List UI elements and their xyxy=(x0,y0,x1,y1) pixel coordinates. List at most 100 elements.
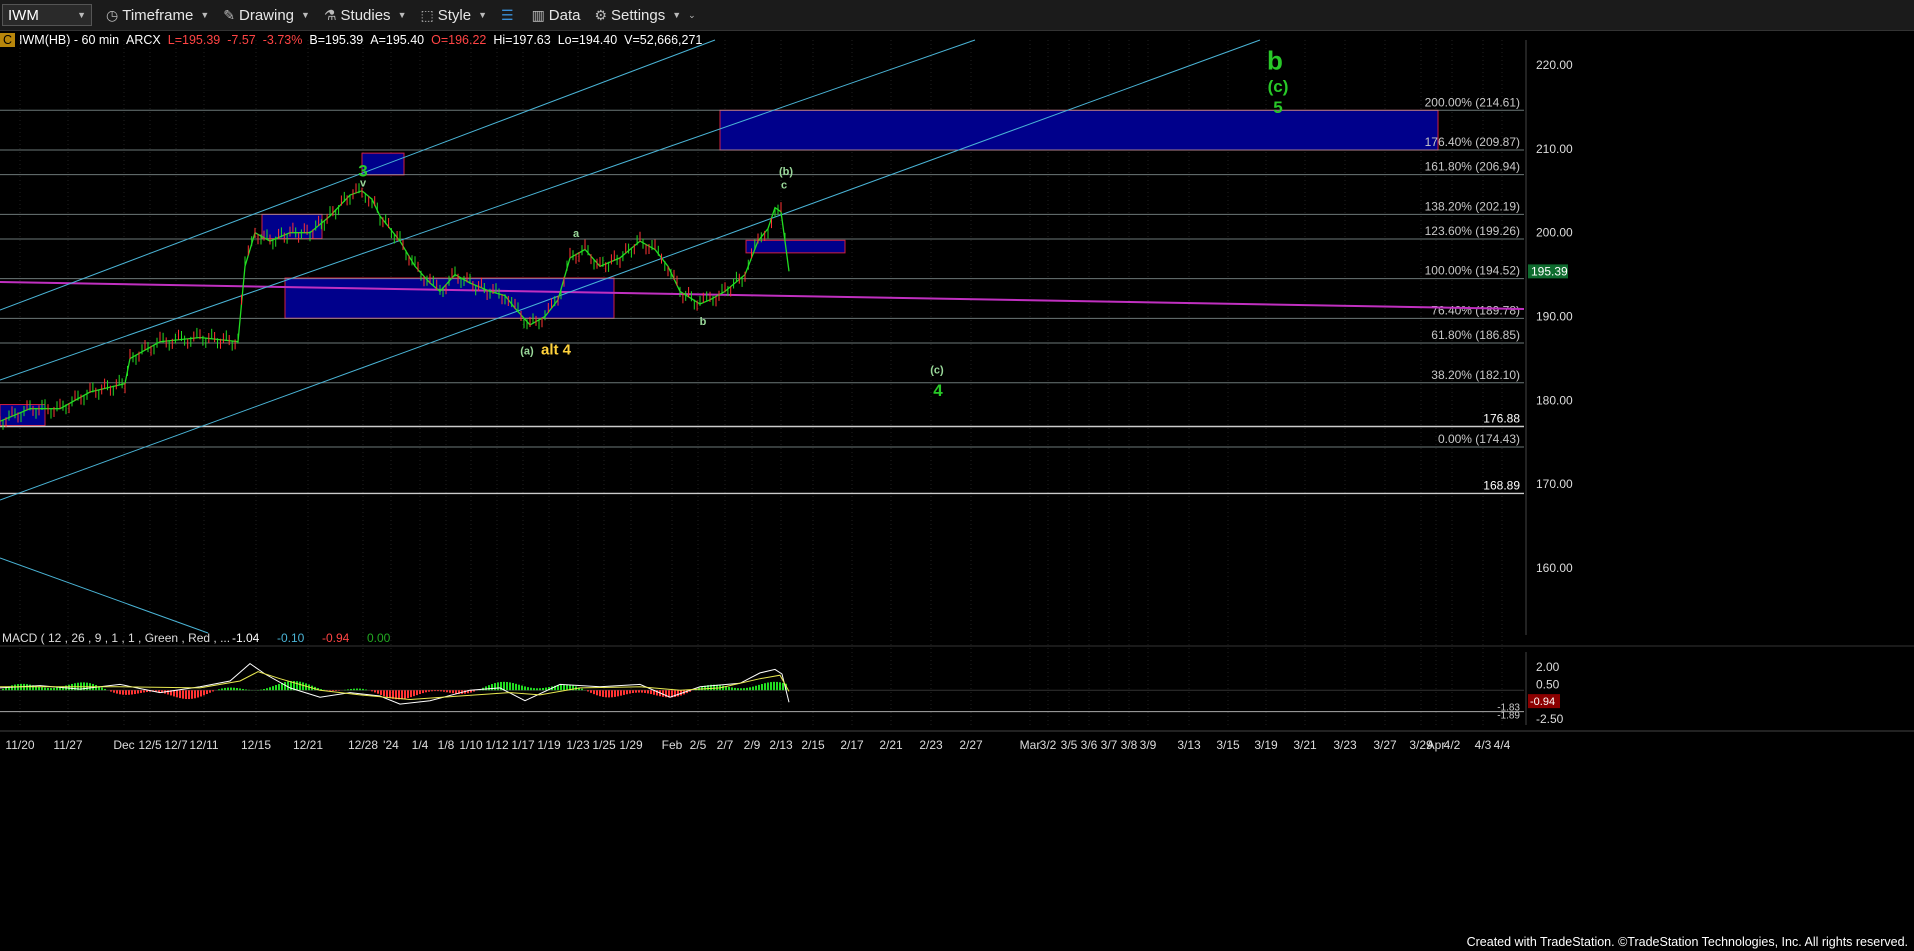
copyright-footer: Created with TradeStation. ©TradeStation… xyxy=(1466,935,1908,949)
time-tick-label: 2/13 xyxy=(769,738,793,752)
wave-label: (b) xyxy=(779,166,793,178)
time-tick-label: 1/4 xyxy=(412,738,429,752)
time-tick-label: 1/29 xyxy=(619,738,643,752)
time-tick-label: 12/5 xyxy=(138,738,162,752)
fib-label: 138.20% (202.19) xyxy=(1425,199,1520,213)
macd-pane: MACD ( 12 , 26 , 9 , 1 , 1 , Green , Red… xyxy=(0,631,1914,726)
time-tick-label: 12/15 xyxy=(241,738,271,752)
macd-tick-label: 2.00 xyxy=(1536,660,1560,674)
fib-zones xyxy=(0,109,1439,426)
fib-levels: 200.00% (214.61) 176.40% (209.87) 161.80% … xyxy=(0,95,1524,495)
fib-label: 38.20% (182.10) xyxy=(1431,368,1520,382)
time-tick-label: 3/13 xyxy=(1177,738,1201,752)
signal-line xyxy=(0,671,790,701)
fib-label: 176.40% (209.87) xyxy=(1425,135,1520,149)
macd-legend-item: -0.94 xyxy=(322,631,350,645)
channel-line xyxy=(0,39,1261,501)
wave-label: (c) xyxy=(930,365,944,377)
price-tick-label: 190.00 xyxy=(1536,310,1573,324)
time-axis[interactable]: 11/20 11/27 Dec 12/5 12/7 12/11 12/15 12/21 12/2… xyxy=(0,730,1914,752)
time-tick-label: 1/23 xyxy=(566,738,590,752)
time-tick-label: 3/27 xyxy=(1373,738,1397,752)
macd-legend-item: -1.04 xyxy=(232,631,260,645)
price-tick-label: 220.00 xyxy=(1536,58,1573,72)
wave-label: (c) xyxy=(1268,77,1289,96)
time-tick-label: 2/9 xyxy=(744,738,761,752)
time-tick-label: '24 xyxy=(383,738,399,752)
time-tick-label: 3/19 xyxy=(1254,738,1278,752)
wave-label: 5 xyxy=(1273,98,1282,117)
time-tick-label: 1/19 xyxy=(537,738,561,752)
time-tick-label: 2/17 xyxy=(840,738,864,752)
fib-label: 0.00% (174.43) xyxy=(1438,432,1520,446)
price-tick-label: 210.00 xyxy=(1536,142,1573,156)
price-axis[interactable]: 160.00 170.00 180.00 190.00 200.00 210.00 220.… xyxy=(1525,40,1573,635)
time-tick-label: Apr xyxy=(1427,738,1446,752)
wave-label: (a) xyxy=(520,345,534,357)
time-tick-label: Dec xyxy=(113,738,134,752)
time-tick-label: 12/7 xyxy=(164,738,188,752)
time-tick-label: 3/23 xyxy=(1333,738,1357,752)
time-tick-label: 12/11 xyxy=(189,738,218,752)
time-tick-label: 3/8 xyxy=(1121,738,1138,752)
time-tick-label: 11/27 xyxy=(53,738,82,752)
fib-zone xyxy=(719,109,1439,151)
time-tick-label: 4/3 xyxy=(1475,738,1492,752)
macd-tick-label: 0.50 xyxy=(1536,677,1560,691)
wave-label: 4 xyxy=(933,381,943,400)
time-tick-label: 1/25 xyxy=(592,738,616,752)
time-tick-label: 2/15 xyxy=(801,738,825,752)
fib-zone xyxy=(361,152,405,176)
time-tick-label: 4/2 xyxy=(1444,738,1461,752)
time-tick-label: Mar xyxy=(1020,738,1041,752)
price-tick-label: 200.00 xyxy=(1536,226,1573,240)
time-tick-label: 11/20 xyxy=(5,738,34,752)
macd-last-label: -0.94 xyxy=(1530,696,1555,708)
fib-label: 161.80% (206.94) xyxy=(1425,160,1520,174)
time-tick-label: 3/2 xyxy=(1040,738,1057,752)
time-tick-label: 1/17 xyxy=(511,738,535,752)
last-price-label: 195.39 xyxy=(1531,264,1568,278)
fib-label: 200.00% (214.61) xyxy=(1425,95,1520,109)
time-tick-label: 12/28 xyxy=(348,738,378,752)
time-tick-label: 1/10 xyxy=(459,738,483,752)
macd-legend-item: 0.00 xyxy=(367,631,391,645)
wave-label: a xyxy=(573,228,580,240)
wave-label: alt 4 xyxy=(541,341,572,358)
macd-legend-item: MACD ( 12 , 26 , 9 , 1 , 1 , Green , Red… xyxy=(2,631,230,645)
time-tick-label: 12/21 xyxy=(293,738,323,752)
trendline xyxy=(0,281,1525,310)
time-tick-label: 2/7 xyxy=(717,738,734,752)
time-tick-label: 3/9 xyxy=(1140,738,1157,752)
time-tick-label: 2/27 xyxy=(959,738,983,752)
wave-label: v xyxy=(360,178,367,190)
channel-line xyxy=(0,39,976,381)
time-tick-label: 3/6 xyxy=(1081,738,1098,752)
support-label: 176.88 xyxy=(1483,411,1520,425)
price-tick-label: 170.00 xyxy=(1536,477,1573,491)
wave-label: b xyxy=(1267,45,1283,75)
time-tick-label: 2/5 xyxy=(690,738,707,752)
support-label: 168.89 xyxy=(1483,478,1520,492)
price-tick-label: 160.00 xyxy=(1536,561,1573,575)
fib-label: 76.40% (189.78) xyxy=(1431,303,1520,317)
macd-tick-label: -2.50 xyxy=(1536,712,1564,726)
wave-label: c xyxy=(781,179,787,191)
fib-zone xyxy=(0,404,46,426)
time-tick-label: 3/5 xyxy=(1061,738,1078,752)
price-tick-label: 180.00 xyxy=(1536,393,1573,407)
time-tick-label: 2/21 xyxy=(879,738,903,752)
fib-label: 123.60% (199.26) xyxy=(1425,224,1520,238)
time-tick-label: 3/21 xyxy=(1293,738,1317,752)
time-tick-label: 3/7 xyxy=(1101,738,1118,752)
time-tick-label: 1/12 xyxy=(485,738,509,752)
macd-value-label: -1.89 xyxy=(1497,711,1520,722)
time-tick-label: 2/23 xyxy=(919,738,943,752)
fib-label: 100.00% (194.52) xyxy=(1425,264,1520,278)
fib-label: 61.80% (186.85) xyxy=(1431,328,1520,342)
price-chart[interactable]: 200.00% (214.61) 176.40% (209.87) 161.80% … xyxy=(0,0,1914,951)
channel-line xyxy=(0,557,209,634)
macd-legend-item: -0.10 xyxy=(277,631,305,645)
time-tick-label: 4/4 xyxy=(1494,738,1511,752)
time-tick-label: 3/15 xyxy=(1216,738,1240,752)
